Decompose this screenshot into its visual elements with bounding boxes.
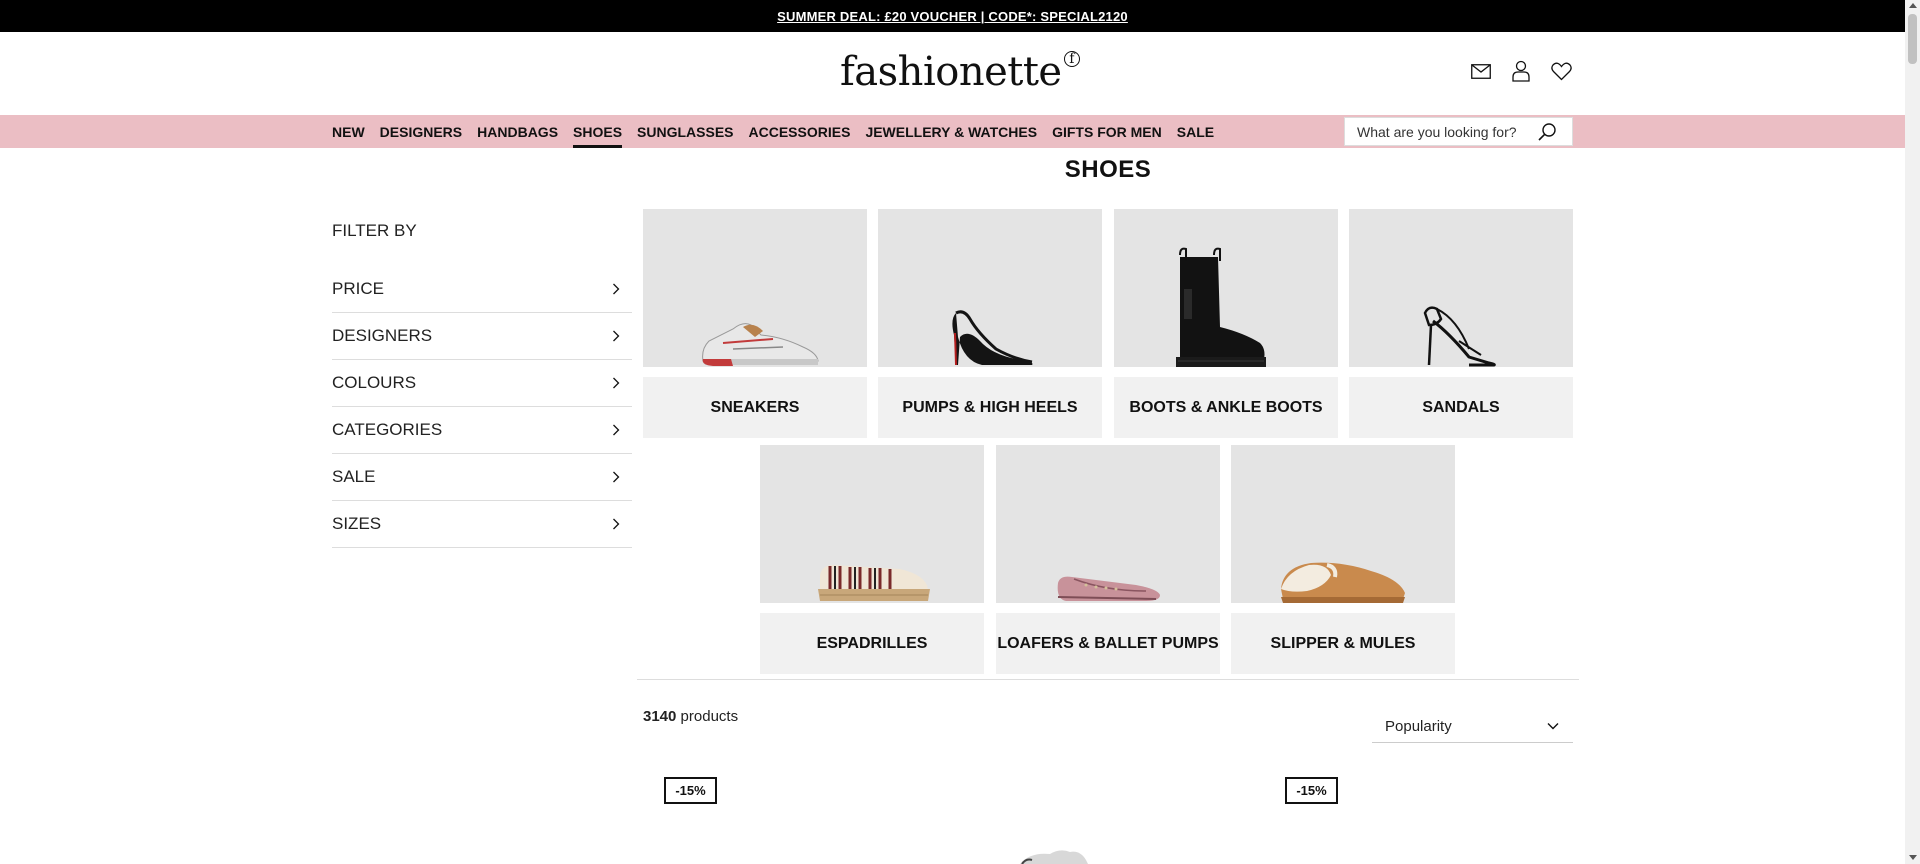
sort-selected: Popularity [1385, 717, 1452, 735]
category-image [1349, 209, 1573, 367]
filter-designers[interactable]: DESIGNERS [332, 313, 632, 360]
filter-label: DESIGNERS [332, 326, 433, 345]
scrollbar-thumb[interactable] [1908, 14, 1917, 64]
product-card[interactable]: -15% [1264, 752, 1564, 864]
category-label: SNEAKERS [643, 377, 867, 438]
filter-categories[interactable]: CATEGORIES [332, 407, 632, 454]
site-header: fashionette f [0, 32, 1905, 115]
chevron-down-icon [1547, 723, 1559, 730]
category-label: LOAFERS & BALLET PUMPS [996, 613, 1220, 674]
nav-item-sale[interactable]: SALE [1177, 115, 1214, 148]
section-divider [637, 679, 1579, 680]
boot-image [1176, 247, 1266, 367]
page-title: SHOES [1064, 156, 1152, 183]
chevron-right-icon [610, 330, 622, 342]
scrollbar[interactable] [1905, 0, 1920, 864]
category-tile-sandals[interactable]: SANDALS [1349, 209, 1573, 438]
category-label: SANDALS [1349, 377, 1573, 438]
scroll-down-arrow-icon[interactable] [1909, 855, 1917, 860]
tile-floor [1349, 367, 1573, 377]
mail-icon[interactable] [1470, 60, 1492, 82]
main-nav: NEW DESIGNERS HANDBAGS SHOES SUNGLASSES … [0, 115, 1905, 148]
sneaker-image [702, 323, 819, 366]
nav-item-jewellery-watches[interactable]: JEWELLERY & WATCHES [865, 115, 1037, 148]
nav-item-handbags[interactable]: HANDBAGS [477, 115, 558, 148]
filter-label: COLOURS [332, 373, 417, 392]
category-image [996, 445, 1220, 603]
promo-bar: SUMMER DEAL: £20 VOUCHER | CODE*: SPECIA… [0, 0, 1905, 32]
tile-floor [1231, 603, 1455, 613]
promo-link[interactable]: SUMMER DEAL: £20 VOUCHER | CODE*: SPECIA… [777, 9, 1128, 24]
logo[interactable]: fashionette f [840, 49, 1080, 95]
header-icons [1470, 60, 1572, 82]
filter-price[interactable]: PRICE [332, 266, 632, 313]
page: SUMMER DEAL: £20 VOUCHER | CODE*: SPECIA… [0, 0, 1920, 864]
category-image [878, 209, 1102, 367]
logo-text: fashionette [840, 49, 1062, 95]
filter-list: PRICE DESIGNERS COLOURS CATEGORIES SALE … [332, 266, 632, 548]
category-label: SLIPPER & MULES [1231, 613, 1455, 674]
ballet-pump-image [1057, 576, 1160, 601]
tile-floor [1114, 367, 1338, 377]
account-icon[interactable] [1510, 60, 1532, 82]
product-card[interactable]: -15% [643, 752, 943, 864]
sandal-image [1423, 306, 1496, 367]
filter-label: PRICE [332, 279, 384, 298]
nav-item-sunglasses[interactable]: SUNGLASSES [637, 115, 733, 148]
chevron-right-icon [610, 518, 622, 530]
chevron-right-icon [610, 424, 622, 436]
search-box [1344, 117, 1573, 146]
filter-label: SIZES [332, 514, 382, 533]
pump-image [952, 310, 1033, 366]
logo-mark: f [1063, 51, 1080, 67]
scroll-up-arrow-icon[interactable] [1909, 3, 1917, 8]
nav-item-accessories[interactable]: ACCESSORIES [749, 115, 851, 148]
category-tile-pumps-high-heels[interactable]: PUMPS & HIGH HEELS [878, 209, 1102, 438]
category-tile-slipper-mules[interactable]: SLIPPER & MULES [1231, 445, 1455, 674]
filter-sizes[interactable]: SIZES [332, 501, 632, 548]
chevron-right-icon [610, 377, 622, 389]
filter-label: CATEGORIES [332, 420, 443, 439]
product-card[interactable] [960, 752, 1260, 864]
sort-dropdown[interactable]: Popularity [1372, 710, 1573, 743]
tile-floor [996, 603, 1220, 613]
category-label: PUMPS & HIGH HEELS [878, 377, 1102, 438]
category-tile-sneakers[interactable]: SNEAKERS [643, 209, 867, 438]
wishlist-heart-icon[interactable] [1550, 60, 1572, 82]
category-label: ESPADRILLES [760, 613, 984, 674]
filter-sale[interactable]: SALE [332, 454, 632, 501]
category-image [1114, 209, 1338, 367]
nav-items: NEW DESIGNERS HANDBAGS SHOES SUNGLASSES … [332, 115, 1229, 148]
search-icon[interactable] [1535, 120, 1559, 144]
results-count-number: 3140 [643, 708, 677, 725]
results-count: 3140 products [643, 708, 738, 725]
category-image [643, 209, 867, 367]
nav-item-new[interactable]: NEW [332, 115, 365, 148]
results-count-suffix: products [680, 708, 739, 725]
tile-floor [878, 367, 1102, 377]
espadrille-image [818, 565, 930, 601]
category-tile-boots-ankle-boots[interactable]: BOOTS & ANKLE BOOTS [1114, 209, 1338, 438]
tile-floor [760, 603, 984, 613]
category-tile-espadrilles[interactable]: ESPADRILLES [760, 445, 984, 674]
tile-floor [643, 367, 867, 377]
chevron-right-icon [610, 283, 622, 295]
category-image [1231, 445, 1455, 603]
chevron-right-icon [610, 471, 622, 483]
discount-badge: -15% [1285, 777, 1338, 804]
nav-item-gifts-for-men[interactable]: GIFTS FOR MEN [1052, 115, 1162, 148]
filter-heading: FILTER BY [332, 221, 417, 240]
search-input[interactable] [1345, 123, 1535, 140]
nav-item-designers[interactable]: DESIGNERS [380, 115, 462, 148]
category-tile-loafers-ballet-pumps[interactable]: LOAFERS & BALLET PUMPS [996, 445, 1220, 674]
product-image [1020, 850, 1088, 864]
filter-colours[interactable]: COLOURS [332, 360, 632, 407]
category-image [760, 445, 984, 603]
category-label: BOOTS & ANKLE BOOTS [1114, 377, 1338, 438]
filter-label: SALE [332, 467, 376, 486]
nav-item-shoes[interactable]: SHOES [573, 115, 623, 148]
discount-badge: -15% [664, 777, 717, 804]
slipper-image [1281, 562, 1405, 603]
